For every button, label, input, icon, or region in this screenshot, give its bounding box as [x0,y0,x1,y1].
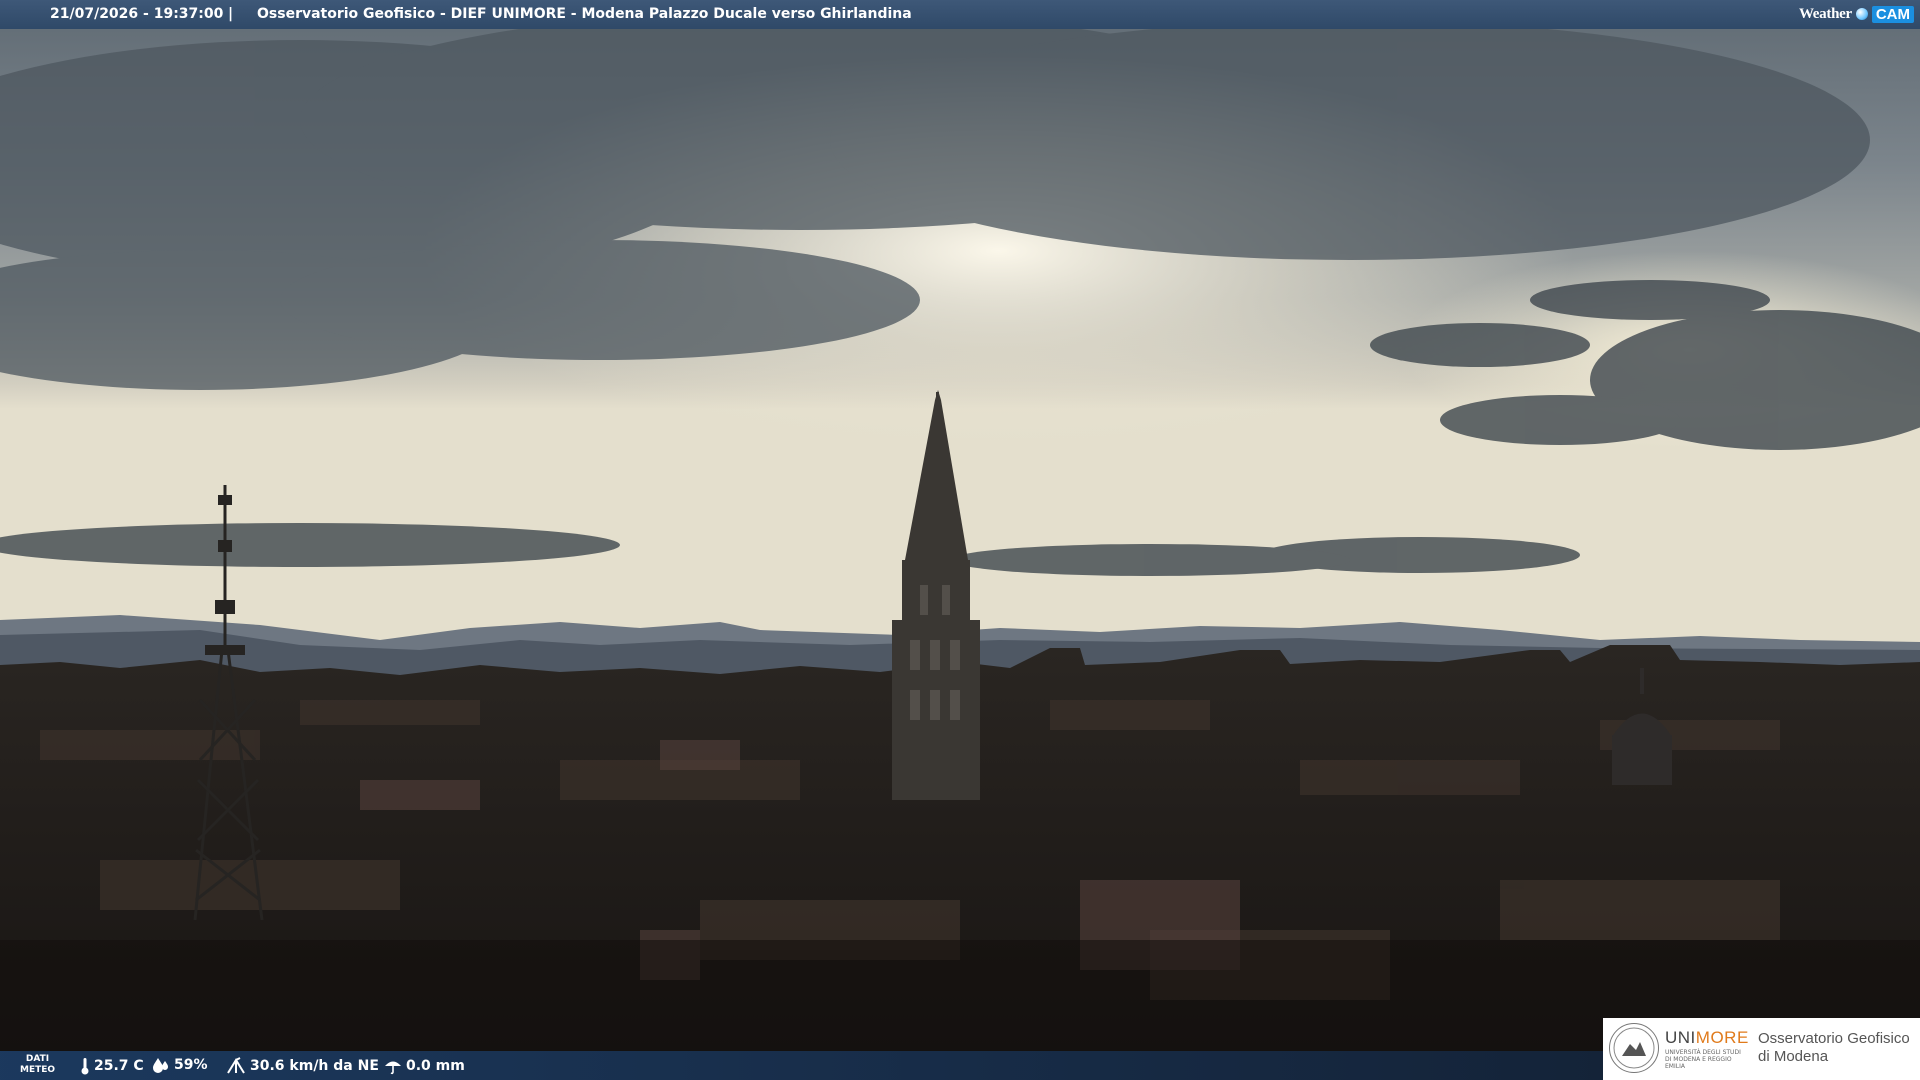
wind-reading: 30.6 km/h da NE [226,1057,379,1075]
rain-value: 0.0 mm [406,1058,465,1074]
webcam-title: Osservatorio Geofisico - DIEF UNIMORE - … [257,6,912,22]
brand-cam-text: CAM [1871,5,1914,23]
capture-datetime: 21/07/2026 - 19:37:00 [50,6,224,22]
unimore-wordmark: UNIMORE [1665,1028,1749,1047]
thermometer-icon [81,1058,89,1075]
meteo-data-bar: DATI METEO 25.7 C 59% 30.6 km/h da NE 0.… [0,1051,1604,1080]
humidity-drop-icon [153,1058,168,1073]
temperature-value: 25.7 C [94,1058,144,1074]
observatory-name: Osservatorio Geofisico di Modena [1758,1030,1910,1065]
humidity-reading: 59% [152,1057,208,1073]
weathercam-logo: Weather CAM [1799,2,1920,26]
unimore-subtitle: UNIVERSITÀ DEGLI STUDI DI MODENA E REGGI… [1665,1049,1741,1070]
unimore-observatory-logo: UNIMORE UNIVERSITÀ DEGLI STUDI DI MODENA… [1603,1018,1920,1080]
brand-weather-text: Weather [1798,5,1852,22]
rain-reading: 0.0 mm [384,1057,465,1075]
caption-separator: | [228,6,234,22]
webcam-scene [0,0,1920,1080]
rain-umbrella-icon [385,1061,401,1075]
wind-value: 30.6 km/h da NE [250,1058,379,1074]
meteo-label: DATI METEO [20,1054,56,1075]
brand-globe-icon [1855,8,1868,20]
temperature-reading: 25.7 C [80,1057,144,1075]
humidity-value: 59% [174,1057,208,1073]
university-seal-icon [1609,1023,1659,1073]
top-caption-bar: 21/07/2026 - 19:37:00 | Osservatorio Geo… [0,0,1920,29]
wind-icon [227,1057,245,1074]
